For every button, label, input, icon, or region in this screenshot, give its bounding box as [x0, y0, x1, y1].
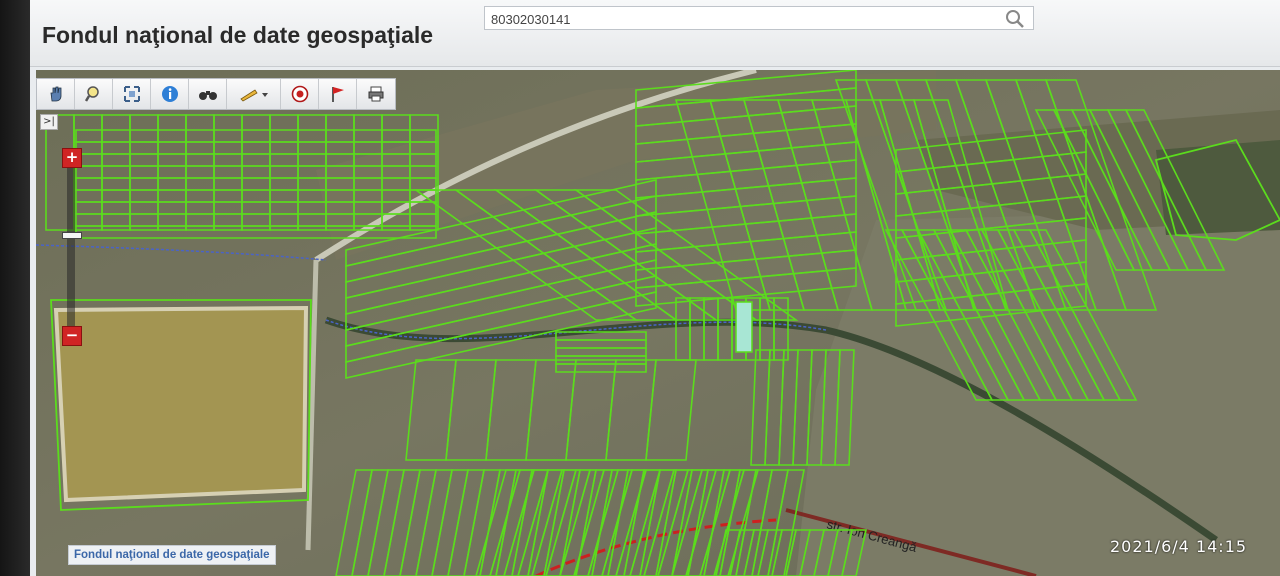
zoom-handle[interactable] — [62, 232, 82, 239]
measure-pencil-icon — [239, 89, 268, 102]
info-icon — [161, 86, 178, 102]
photo-timestamp: 2021/6/4 14:15 — [1110, 537, 1248, 556]
full-extent-icon — [123, 86, 140, 102]
zoom-area-icon — [84, 86, 99, 102]
search-input[interactable] — [489, 9, 993, 29]
full-extent-button[interactable] — [113, 79, 151, 109]
search-icon[interactable] — [1005, 9, 1025, 29]
find-button[interactable] — [189, 79, 227, 109]
zoom-slider[interactable]: + − — [60, 148, 82, 348]
pan-tool-button[interactable] — [37, 79, 75, 109]
pan-hand-icon — [50, 86, 61, 102]
selected-parcel[interactable] — [735, 301, 753, 353]
print-icon — [368, 86, 384, 102]
marker-button[interactable] — [281, 79, 319, 109]
flag-button[interactable] — [319, 79, 357, 109]
map-toolbar — [36, 78, 396, 110]
zoom-area-button[interactable] — [75, 79, 113, 109]
flag-icon — [331, 87, 344, 102]
aerial-map[interactable]: str. Ion Creangă — [36, 70, 1280, 576]
map-view[interactable]: str. Ion Creangă — [36, 70, 1280, 576]
print-button[interactable] — [357, 79, 395, 109]
zoom-in-button[interactable]: + — [62, 148, 82, 168]
open-field-east — [796, 210, 1280, 576]
water-reservoir — [53, 305, 309, 503]
search-box[interactable] — [484, 6, 1034, 30]
marker-target-icon — [291, 85, 308, 103]
map-caption: Fondul naţional de date geospaţiale — [68, 545, 276, 565]
zoom-out-button[interactable]: − — [62, 326, 82, 346]
browser-screen: Fondul naţional de date geospaţiale 8030… — [30, 0, 1280, 576]
page-header: Fondul naţional de date geospaţiale — [30, 0, 1280, 67]
info-button[interactable] — [151, 79, 189, 109]
binoculars-icon — [198, 91, 217, 100]
zoom-track[interactable] — [67, 166, 75, 334]
measure-dropdown-button[interactable] — [227, 79, 281, 109]
expand-panel-toggle[interactable]: >| — [40, 114, 58, 130]
page-title: Fondul naţional de date geospaţiale — [42, 22, 434, 48]
